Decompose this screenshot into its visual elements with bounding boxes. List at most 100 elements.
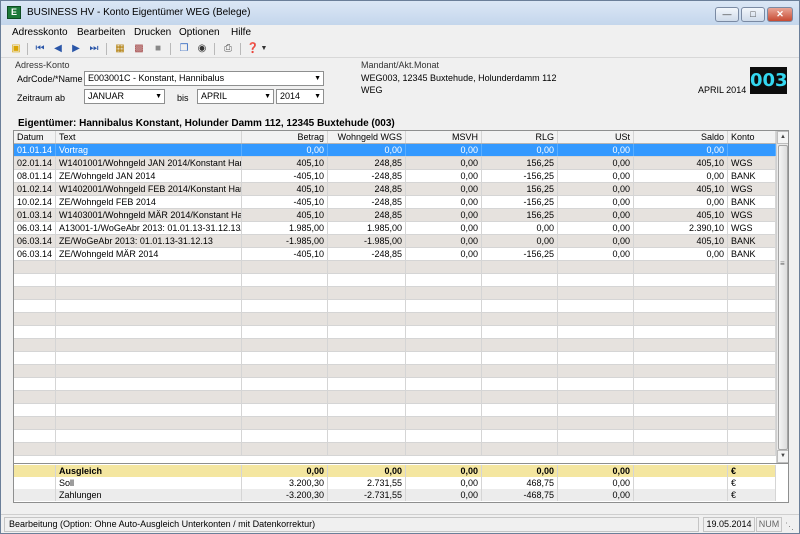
cell-msvh[interactable] <box>406 378 482 390</box>
cell-ust[interactable] <box>558 300 634 312</box>
cell-text[interactable]: ZE/Wohngeld MÄR 2014 <box>56 248 242 260</box>
cell-msvh[interactable] <box>406 326 482 338</box>
chevron-down-icon[interactable]: ▼ <box>314 90 321 103</box>
empty-table-row[interactable] <box>14 339 776 352</box>
cell-ust[interactable] <box>558 417 634 429</box>
column-header-msvh[interactable]: MSVH <box>406 131 482 143</box>
cell-datum[interactable] <box>14 417 56 429</box>
cell-ust[interactable] <box>558 352 634 364</box>
cell-konto[interactable] <box>728 391 776 403</box>
cell-rlg[interactable] <box>482 404 558 416</box>
cell-konto[interactable] <box>728 313 776 325</box>
chevron-down-icon[interactable]: ▼ <box>155 90 162 103</box>
table-row[interactable]: 02.01.14 W1401001/Wohngeld JAN 2014/Konst… <box>14 157 776 170</box>
cell-betrag[interactable]: -405,10 <box>242 170 328 182</box>
cell-wohngeld-wgs[interactable] <box>328 313 406 325</box>
next-record-icon[interactable]: ▶ <box>69 42 83 56</box>
empty-table-row[interactable] <box>14 443 776 456</box>
cell-msvh[interactable] <box>406 365 482 377</box>
cell-ust[interactable]: 0,00 <box>558 222 634 234</box>
cell-text[interactable]: ZE/WoGeAbr 2013: 01.01.13-31.12.13 <box>56 235 242 247</box>
empty-table-row[interactable] <box>14 261 776 274</box>
column-header-saldo[interactable]: Saldo <box>634 131 728 143</box>
cell-saldo[interactable] <box>634 378 728 390</box>
print-icon[interactable]: ⎙ <box>221 42 235 56</box>
cell-text[interactable] <box>56 443 242 455</box>
cell-saldo[interactable]: 2.390,10 <box>634 222 728 234</box>
cell-ust[interactable] <box>558 326 634 338</box>
cell-text[interactable] <box>56 261 242 273</box>
resize-grip-icon[interactable]: ⋱ <box>785 521 794 532</box>
cell-msvh[interactable] <box>406 287 482 299</box>
cell-datum[interactable]: 01.01.14 <box>14 144 56 156</box>
vertical-scrollbar[interactable]: ▲ ≡ ▼ <box>776 131 788 463</box>
cell-ust[interactable] <box>558 287 634 299</box>
cell-text[interactable]: A13001-1/WoGeAbr 2013: 01.01.13-31.12.13… <box>56 222 242 234</box>
cell-wohngeld-wgs[interactable] <box>328 443 406 455</box>
cell-datum[interactable] <box>14 365 56 377</box>
cell-konto[interactable]: BANK <box>728 196 776 208</box>
cell-ust[interactable]: 0,00 <box>558 248 634 260</box>
cell-saldo[interactable]: 0,00 <box>634 248 728 260</box>
cell-rlg[interactable] <box>482 261 558 273</box>
cell-ust[interactable]: 0,00 <box>558 196 634 208</box>
cell-rlg[interactable]: -156,25 <box>482 170 558 182</box>
table-row[interactable]: 10.02.14 ZE/Wohngeld FEB 2014 -405,10 -248,… <box>14 196 776 209</box>
cell-betrag[interactable]: 405,10 <box>242 209 328 221</box>
help-icon[interactable]: ❓ <box>246 42 260 56</box>
cell-betrag[interactable]: 1.985,00 <box>242 222 328 234</box>
cell-betrag[interactable] <box>242 339 328 351</box>
last-record-icon[interactable]: ⏭ <box>87 42 101 56</box>
cell-betrag[interactable] <box>242 430 328 442</box>
cell-datum[interactable]: 06.03.14 <box>14 235 56 247</box>
cell-text[interactable] <box>56 287 242 299</box>
cell-betrag[interactable] <box>242 417 328 429</box>
edit-table-icon[interactable]: ▩ <box>132 42 146 56</box>
column-header-text[interactable]: Text <box>56 131 242 143</box>
cell-betrag[interactable] <box>242 274 328 286</box>
cell-msvh[interactable]: 0,00 <box>406 209 482 221</box>
table-row[interactable]: 06.03.14 A13001-1/WoGeAbr 2013: 01.01.13-… <box>14 222 776 235</box>
cell-rlg[interactable]: -156,25 <box>482 248 558 260</box>
cell-konto[interactable] <box>728 326 776 338</box>
cell-betrag[interactable] <box>242 443 328 455</box>
cell-msvh[interactable]: 0,00 <box>406 235 482 247</box>
cell-msvh[interactable] <box>406 352 482 364</box>
cell-wohngeld-wgs[interactable] <box>328 391 406 403</box>
cell-konto[interactable]: BANK <box>728 170 776 182</box>
menu-drucken[interactable]: Drucken <box>134 27 171 38</box>
cell-msvh[interactable] <box>406 417 482 429</box>
cell-betrag[interactable]: -405,10 <box>242 248 328 260</box>
cell-text[interactable] <box>56 300 242 312</box>
cell-betrag[interactable] <box>242 300 328 312</box>
cell-wohngeld-wgs[interactable]: 248,85 <box>328 209 406 221</box>
to-month-combobox[interactable]: APRIL ▼ <box>197 89 274 104</box>
cell-text[interactable] <box>56 339 242 351</box>
cell-saldo[interactable]: 405,10 <box>634 183 728 195</box>
cell-rlg[interactable] <box>482 391 558 403</box>
cell-betrag[interactable] <box>242 365 328 377</box>
cell-saldo[interactable] <box>634 274 728 286</box>
cell-konto[interactable]: WGS <box>728 157 776 169</box>
cell-wohngeld-wgs[interactable]: -248,85 <box>328 170 406 182</box>
cell-wohngeld-wgs[interactable] <box>328 430 406 442</box>
cell-ust[interactable]: 0,00 <box>558 157 634 169</box>
cell-wohngeld-wgs[interactable] <box>328 417 406 429</box>
cell-rlg[interactable] <box>482 326 558 338</box>
cell-datum[interactable]: 08.01.14 <box>14 170 56 182</box>
cell-text[interactable]: ZE/Wohngeld JAN 2014 <box>56 170 242 182</box>
table-row[interactable]: 01.03.14 W1403001/Wohngeld MÄR 2014/Konst… <box>14 209 776 222</box>
cell-text[interactable] <box>56 365 242 377</box>
cell-konto[interactable] <box>728 443 776 455</box>
chevron-down-icon[interactable]: ▼ <box>264 90 271 103</box>
cell-saldo[interactable] <box>634 300 728 312</box>
cell-konto[interactable] <box>728 404 776 416</box>
cell-ust[interactable] <box>558 339 634 351</box>
cell-msvh[interactable] <box>406 404 482 416</box>
cell-text[interactable]: W1403001/Wohngeld MÄR 2014/Konstant Ha <box>56 209 242 221</box>
cell-datum[interactable] <box>14 274 56 286</box>
cell-ust[interactable] <box>558 404 634 416</box>
column-header-ust[interactable]: USt <box>558 131 634 143</box>
cell-datum[interactable]: 06.03.14 <box>14 248 56 260</box>
empty-table-row[interactable] <box>14 274 776 287</box>
